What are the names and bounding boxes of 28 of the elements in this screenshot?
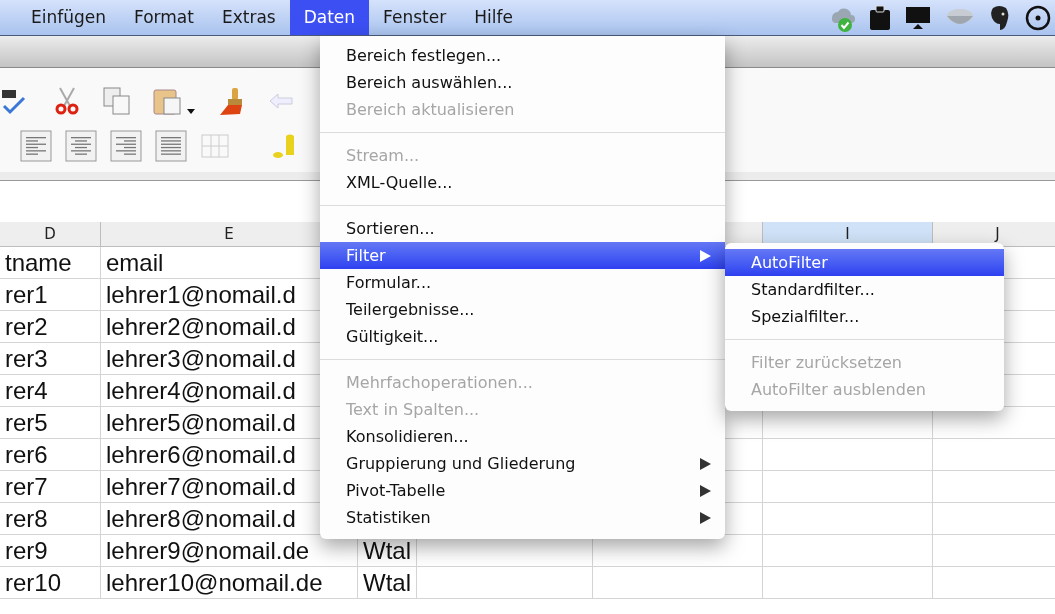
- table-cell: rer1: [0, 279, 101, 311]
- menu-bar-item[interactable]: Fenster: [369, 0, 461, 35]
- table-cell: rer6: [0, 439, 101, 471]
- menu-item[interactable]: Bereich festlegen...: [320, 42, 725, 69]
- table-cell: rer7: [0, 471, 101, 503]
- table-cell: rer10: [0, 567, 101, 599]
- menu-item[interactable]: Spezialfilter...: [725, 303, 1004, 330]
- table-cell: tname: [0, 247, 101, 279]
- menu-item[interactable]: Standardfilter...: [725, 276, 1004, 303]
- menu-bar-item[interactable]: Extras: [207, 0, 290, 35]
- menu-item[interactable]: XML-Quelle...: [320, 169, 725, 196]
- table-cell: Wtal: [358, 567, 417, 599]
- menu-bar-item[interactable]: Einfügen: [17, 0, 121, 35]
- table-cell: rer9: [0, 535, 101, 567]
- menu-bar-item[interactable]: Hilfe: [460, 0, 527, 35]
- table-cell: rer5: [0, 407, 101, 439]
- menu-bar-item[interactable]: Format: [120, 0, 208, 35]
- table-cell: rer2: [0, 311, 101, 343]
- menu-bar-item[interactable]: Daten: [289, 0, 370, 35]
- menu-item[interactable]: AutoFilter: [725, 249, 1004, 276]
- table-cell: rer8: [0, 503, 101, 535]
- table-cell: lehrer10@nomail.de: [101, 567, 358, 599]
- menu-item[interactable]: Bereich auswählen...: [320, 69, 725, 96]
- table-cell: rer4: [0, 375, 101, 407]
- column-header[interactable]: J: [933, 222, 1055, 247]
- menu-item[interactable]: Filter: [320, 242, 725, 269]
- table-cell: rer3: [0, 343, 101, 375]
- column-header[interactable]: D: [0, 222, 101, 247]
